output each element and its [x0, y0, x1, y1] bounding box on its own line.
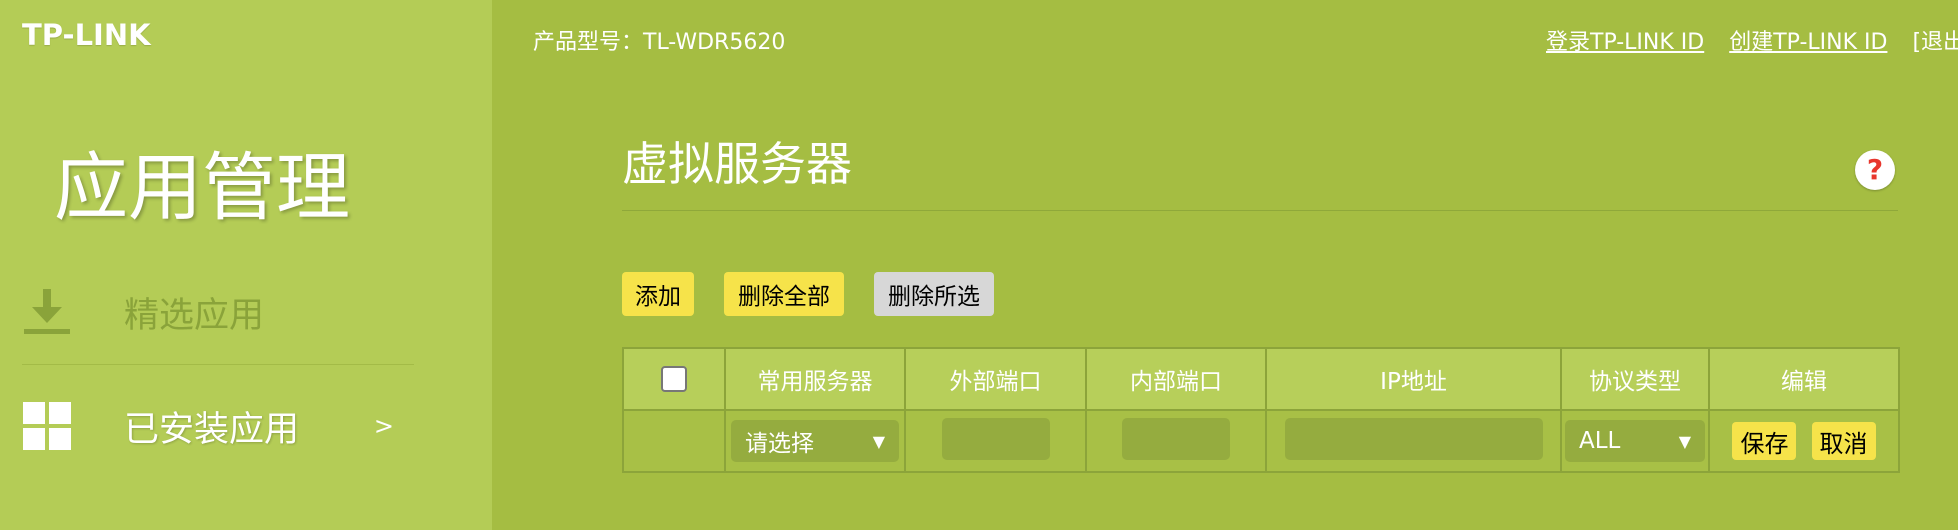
protocol-cell: ALL ▼ — [1560, 409, 1710, 473]
protocol-select[interactable]: ALL ▼ — [1565, 420, 1705, 462]
select-all-checkbox[interactable] — [661, 366, 687, 393]
ip-address-input[interactable] — [1284, 418, 1543, 460]
chevron-right-icon: > — [373, 412, 394, 440]
help-icon[interactable]: ? — [1855, 150, 1895, 190]
common-server-select-value: 请选择 — [745, 431, 814, 457]
sidebar-item-installed-apps[interactable]: 已安装应用 > — [22, 386, 414, 466]
sidebar-item-featured-apps[interactable]: 精选应用 — [22, 272, 414, 352]
sidebar-item-label: 已安装应用 — [124, 409, 300, 450]
delete-selected-button[interactable]: 删除所选 — [874, 272, 994, 316]
column-header-common-server: 常用服务器 — [724, 347, 906, 411]
download-icon — [22, 287, 72, 337]
common-server-select[interactable]: 请选择 ▼ — [731, 420, 899, 462]
column-header-internal-port: 内部端口 — [1085, 347, 1267, 411]
sidebar-title: 应用管理 — [54, 145, 350, 231]
grid-icon — [22, 401, 72, 451]
protocol-select-value: ALL — [1579, 428, 1621, 454]
column-header-external-port: 外部端口 — [904, 347, 1087, 411]
login-tplink-id-link[interactable]: 登录TP-LINK ID — [1546, 30, 1704, 55]
sidebar-divider — [22, 364, 414, 365]
select-all-header — [622, 347, 726, 411]
row-select-cell — [622, 409, 726, 473]
logout-link[interactable]: [退出 — [1912, 30, 1958, 55]
column-header-protocol: 协议类型 — [1560, 347, 1710, 411]
sidebar-item-label: 精选应用 — [124, 295, 265, 336]
internal-port-cell — [1085, 409, 1267, 473]
cancel-button[interactable]: 取消 — [1811, 422, 1876, 460]
internal-port-input[interactable] — [1122, 418, 1230, 460]
table-header-row: 常用服务器 外部端口 内部端口 IP地址 协议类型 编辑 — [622, 347, 1900, 411]
tp-link-logo: TP-LINK — [22, 18, 151, 52]
virtual-server-table: 常用服务器 外部端口 内部端口 IP地址 协议类型 编辑 请选择 ▼ ALL ▼… — [622, 347, 1900, 473]
add-button[interactable]: 添加 — [622, 272, 694, 316]
external-port-input[interactable] — [941, 418, 1050, 460]
delete-all-button[interactable]: 删除全部 — [724, 272, 844, 316]
title-divider — [622, 210, 1898, 211]
column-header-edit: 编辑 — [1708, 347, 1900, 411]
sidebar: TP-LINK 应用管理 精选应用 已安装应用 > — [0, 0, 492, 530]
ip-address-cell — [1265, 409, 1562, 473]
page-title: 虚拟服务器 — [622, 137, 852, 191]
table-row: 请选择 ▼ ALL ▼ 保存 取消 — [622, 409, 1900, 473]
column-header-ip-address: IP地址 — [1265, 347, 1562, 411]
external-port-cell — [904, 409, 1087, 473]
chevron-down-icon: ▼ — [872, 431, 885, 451]
common-server-cell: 请选择 ▼ — [724, 409, 906, 473]
create-tplink-id-link[interactable]: 创建TP-LINK ID — [1729, 30, 1887, 55]
product-model-label: 产品型号：TL-WDR5620 — [533, 30, 786, 55]
chevron-down-icon: ▼ — [1678, 431, 1691, 451]
save-button[interactable]: 保存 — [1732, 422, 1797, 460]
header-links: 登录TP-LINK ID 创建TP-LINK ID [退出 — [1546, 24, 1958, 56]
edit-cell: 保存 取消 — [1708, 409, 1900, 473]
